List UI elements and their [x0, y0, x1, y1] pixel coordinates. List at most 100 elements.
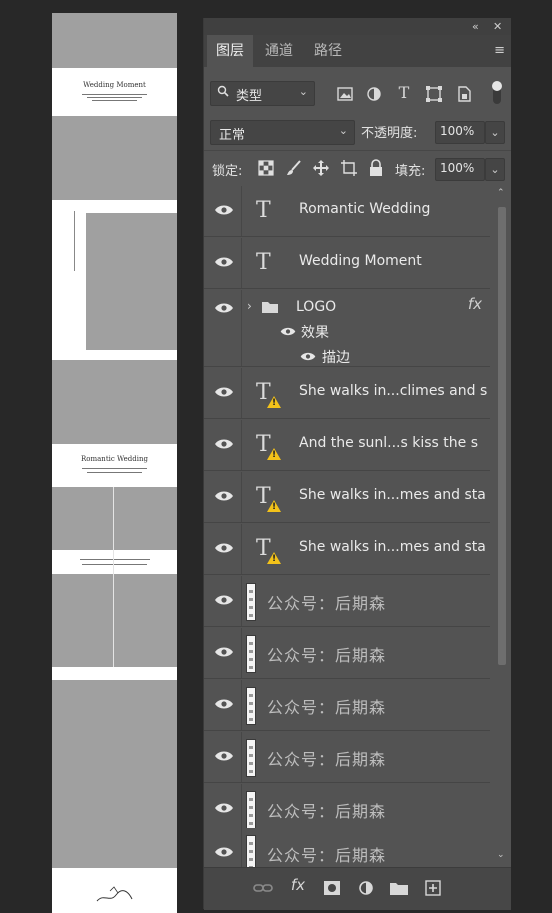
warning-icon [267, 448, 281, 460]
panel-menu-icon[interactable]: ≡ [494, 43, 505, 58]
visibility-eye-icon[interactable] [213, 254, 235, 270]
layer-row[interactable]: T And the sunl...s kiss the s [204, 420, 490, 471]
link-layers-icon[interactable] [252, 877, 274, 899]
visibility-eye-icon[interactable] [213, 644, 235, 660]
document-canvas[interactable]: Wedding Moment Romantic Wedding [52, 13, 177, 913]
signature-logo [96, 886, 133, 902]
filter-row: 类型 ⌄ T [204, 67, 511, 111]
layer-row[interactable]: T She walks in...mes and sta [204, 472, 490, 523]
layers-bottom-toolbar: fx [204, 867, 511, 910]
tab-layers[interactable]: 图层 [207, 35, 253, 67]
column-divider [241, 472, 242, 522]
layer-row[interactable]: 公众号：后期森 [204, 680, 490, 731]
layers-scrollbar[interactable]: ⌃ ⌄ [493, 186, 510, 867]
layer-row[interactable]: T She walks in...mes and sta [204, 524, 490, 575]
tab-channels[interactable]: 通道 [256, 35, 302, 67]
visibility-eye-icon[interactable] [213, 384, 235, 400]
text-line [82, 564, 147, 565]
layer-row[interactable]: T Romantic Wedding [204, 186, 490, 237]
opacity-value: 100% [440, 124, 475, 138]
collapse-panel-icon[interactable]: « [472, 20, 479, 33]
column-divider [241, 368, 242, 418]
toggle-knob [492, 81, 502, 91]
layer-name: Wedding Moment [299, 253, 422, 269]
lock-position-move-icon[interactable] [312, 159, 330, 177]
photo-placeholder [52, 487, 177, 550]
chevron-down-icon: ⌄ [298, 85, 308, 98]
close-panel-icon[interactable]: ✕ [493, 20, 502, 33]
visibility-eye-icon[interactable] [213, 748, 235, 764]
scroll-down-icon[interactable]: ⌄ [497, 850, 505, 860]
type-filter-icon[interactable]: T [394, 83, 414, 102]
visibility-eye-icon[interactable] [213, 540, 235, 556]
lock-pixels-brush-icon[interactable] [285, 159, 303, 177]
layer-style-fx-icon[interactable]: fx [287, 876, 309, 898]
shape-filter-icon[interactable] [424, 85, 444, 103]
photo-placeholder [52, 360, 177, 444]
blend-mode-select[interactable]: 正常 ⌄ [210, 120, 355, 145]
visibility-eye-icon[interactable] [213, 844, 235, 860]
opacity-input[interactable]: 100% [435, 121, 485, 144]
image-filter-icon[interactable] [335, 85, 355, 103]
visibility-eye-icon[interactable] [213, 488, 235, 504]
layer-name: 公众号：后期森 [267, 594, 387, 613]
layer-row[interactable]: 公众号：后期森 [204, 828, 490, 867]
stroke-visibility-eye-icon[interactable] [299, 350, 317, 363]
lock-artboard-icon[interactable] [340, 159, 358, 177]
new-group-folder-icon[interactable] [388, 877, 410, 899]
text-line [92, 100, 137, 101]
layer-row[interactable]: 公众号：后期森 [204, 628, 490, 679]
visibility-eye-icon[interactable] [213, 696, 235, 712]
filter-toggle[interactable] [492, 81, 502, 104]
layer-name: She walks in...mes and sta [299, 487, 486, 503]
filter-type-label: 类型 [236, 89, 263, 104]
column-divider [241, 784, 242, 834]
layer-row[interactable]: T She walks in...climes and s [204, 368, 490, 419]
layer-thumbnail [246, 635, 256, 673]
visibility-eye-icon[interactable] [213, 202, 235, 218]
column-divider [241, 732, 242, 782]
lock-transparency-icon[interactable] [257, 159, 275, 177]
layer-row[interactable]: T Wedding Moment [204, 238, 490, 289]
column-divider [241, 628, 242, 678]
new-layer-icon[interactable] [422, 877, 444, 899]
fx-icon[interactable]: fx [468, 295, 482, 313]
layer-name: 公众号：后期森 [267, 802, 387, 821]
layer-name: She walks in...climes and s [299, 383, 488, 399]
photo-placeholder [52, 13, 177, 68]
layers-panel: « ✕ 图层 通道 路径 ≡ 类型 ⌄ T 正常 ⌄ 不透明度: 100% ⌄ … [203, 18, 511, 910]
column-divider [241, 680, 242, 730]
smartobject-filter-icon[interactable] [454, 85, 474, 103]
layer-name: 公众号：后期森 [267, 646, 387, 665]
layer-group-logo[interactable]: › LOGO fx 效果 描边 [204, 290, 490, 367]
visibility-eye-icon[interactable] [213, 800, 235, 816]
text-line [82, 94, 147, 95]
photo-placeholder [52, 680, 177, 868]
layer-thumbnail [246, 583, 256, 621]
effects-visibility-eye-icon[interactable] [279, 325, 297, 338]
fill-input[interactable]: 100% [435, 158, 485, 181]
text-layer-icon: T [256, 250, 271, 275]
scrollbar-thumb[interactable] [498, 207, 506, 665]
layer-row[interactable]: 公众号：后期森 [204, 576, 490, 627]
fill-dropdown-button[interactable]: ⌄ [485, 158, 505, 181]
layer-row[interactable]: 公众号：后期森 [204, 732, 490, 783]
adjustment-filter-icon[interactable] [364, 85, 384, 103]
photo-placeholder [86, 213, 177, 350]
blend-row: 正常 ⌄ 不透明度: 100% ⌄ [204, 112, 511, 148]
layer-name: 公众号：后期森 [267, 698, 387, 717]
layer-name: 公众号：后期森 [267, 750, 387, 769]
add-mask-icon[interactable] [321, 877, 343, 899]
visibility-eye-icon[interactable] [213, 436, 235, 452]
column-divider [241, 420, 242, 470]
visibility-eye-icon[interactable] [213, 300, 235, 316]
lock-all-icon[interactable] [367, 159, 385, 177]
visibility-eye-icon[interactable] [213, 592, 235, 608]
layer-filter-select[interactable]: 类型 ⌄ [210, 81, 315, 106]
scroll-up-icon[interactable]: ⌃ [497, 188, 505, 198]
tab-paths[interactable]: 路径 [305, 35, 351, 67]
chevron-right-icon[interactable]: › [247, 299, 252, 313]
opacity-dropdown-button[interactable]: ⌄ [485, 121, 505, 144]
new-adjustment-layer-icon[interactable] [355, 877, 377, 899]
column-divider [241, 524, 242, 574]
